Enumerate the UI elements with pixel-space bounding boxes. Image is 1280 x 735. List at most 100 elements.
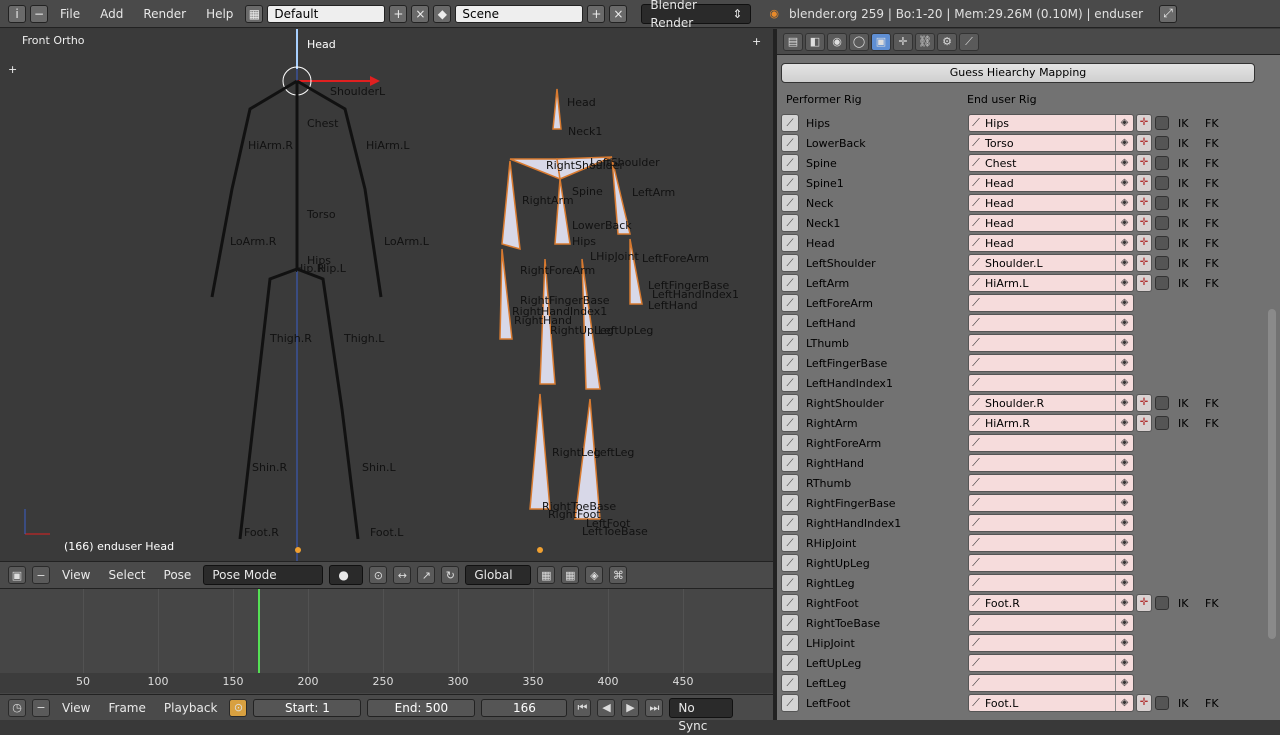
enduser-bone-field[interactable]: ⟋ ◈ <box>968 634 1134 652</box>
enduser-bone-field[interactable]: ⟋ Shoulder.L ◈ <box>968 254 1134 272</box>
jump-start-icon[interactable]: ⏮ <box>573 698 592 717</box>
start-frame-field[interactable]: Start: 1 <box>253 698 362 717</box>
screen-layout-icon[interactable]: ▦ <box>245 4 264 23</box>
pivot-icon[interactable]: ⊙ <box>369 566 388 584</box>
orientation-dropdown[interactable]: Global <box>465 565 532 585</box>
bone-pick-icon[interactable]: ✛ <box>1136 134 1152 152</box>
enduser-bone-field[interactable]: ⟋ ◈ <box>968 474 1134 492</box>
current-frame-field[interactable]: 166 <box>481 698 568 717</box>
clock-icon[interactable]: ◷ <box>8 698 26 717</box>
menu-pose[interactable]: Pose <box>158 568 198 582</box>
eyedropper-icon[interactable]: ◈ <box>1115 695 1133 711</box>
ik-checkbox[interactable] <box>1155 396 1169 410</box>
ik-checkbox[interactable] <box>1155 156 1169 170</box>
enduser-bone-field[interactable]: ⟋ Head ◈ <box>968 194 1134 212</box>
layers2-icon[interactable]: ▦ <box>561 566 580 584</box>
eyedropper-icon[interactable]: ◈ <box>1115 175 1133 191</box>
bone-pick-icon[interactable]: ✛ <box>1136 694 1152 712</box>
eyedropper-icon[interactable]: ◈ <box>1115 235 1133 251</box>
translate-icon[interactable]: ↗ <box>417 566 436 584</box>
remove-layout-icon[interactable]: × <box>411 4 430 23</box>
ik-checkbox[interactable] <box>1155 176 1169 190</box>
ik-checkbox[interactable] <box>1155 196 1169 210</box>
render-icon[interactable]: ◈ <box>585 566 604 584</box>
enduser-bone-field[interactable]: ⟋ Shoulder.R ◈ <box>968 394 1134 412</box>
layers-icon[interactable]: ▦ <box>537 566 556 584</box>
timeline-area[interactable]: 50 100 150 200 250 300 350 400 450 <box>0 589 773 696</box>
enduser-bone-field[interactable]: ⟋ Hips ◈ <box>968 114 1134 132</box>
enduser-bone-field[interactable]: ⟋ ◈ <box>968 574 1134 592</box>
ik-checkbox[interactable] <box>1155 596 1169 610</box>
scene-field[interactable]: Scene <box>455 4 584 23</box>
eyedropper-icon[interactable]: ◈ <box>1115 435 1133 451</box>
enduser-bone-field[interactable]: ⟋ ◈ <box>968 434 1134 452</box>
enduser-bone-field[interactable]: ⟋ HiArm.L ◈ <box>968 274 1134 292</box>
enduser-bone-field[interactable]: ⟋ ◈ <box>968 514 1134 532</box>
bone-pick-icon[interactable]: ✛ <box>1136 274 1152 292</box>
menu-frame[interactable]: Frame <box>102 701 151 715</box>
collapse-timeline-icon[interactable]: − <box>32 698 50 717</box>
enduser-bone-field[interactable]: ⟋ ◈ <box>968 554 1134 572</box>
enduser-bone-field[interactable]: ⟋ HiArm.R ◈ <box>968 414 1134 432</box>
eyedropper-icon[interactable]: ◈ <box>1115 655 1133 671</box>
guess-hierarchy-button[interactable]: Guess Hiearchy Mapping <box>781 63 1255 83</box>
world-tab-icon[interactable]: ◯ <box>849 32 869 51</box>
eyedropper-icon[interactable]: ◈ <box>1115 275 1133 291</box>
enduser-bone-field[interactable]: ⟋ Head ◈ <box>968 234 1134 252</box>
timeline-ruler[interactable]: 50 100 150 200 250 300 350 400 450 <box>0 673 773 693</box>
ik-checkbox[interactable] <box>1155 216 1169 230</box>
prev-key-icon[interactable]: ◀ <box>597 698 616 717</box>
mode-dropdown[interactable]: Pose Mode <box>203 565 324 585</box>
ik-checkbox[interactable] <box>1155 256 1169 270</box>
eyedropper-icon[interactable]: ◈ <box>1115 395 1133 411</box>
eyedropper-icon[interactable]: ◈ <box>1115 375 1133 391</box>
ik-checkbox[interactable] <box>1155 276 1169 290</box>
modifier-tab-icon[interactable]: ⚙ <box>937 32 957 51</box>
fullscreen-icon[interactable]: ⤢ <box>1159 4 1178 23</box>
eyedropper-icon[interactable]: ◈ <box>1115 255 1133 271</box>
eyedropper-icon[interactable]: ◈ <box>1115 535 1133 551</box>
enduser-bone-field[interactable]: ⟋ Chest ◈ <box>968 154 1134 172</box>
eyedropper-icon[interactable]: ◈ <box>1115 155 1133 171</box>
screen-layout-field[interactable]: Default <box>267 4 386 23</box>
bone-pick-icon[interactable]: ✛ <box>1136 234 1152 252</box>
panel-scrollbar[interactable] <box>1268 309 1276 639</box>
current-frame-line[interactable] <box>258 589 260 675</box>
bone-pick-icon[interactable]: ✛ <box>1136 114 1152 132</box>
eyedropper-icon[interactable]: ◈ <box>1115 595 1133 611</box>
remove-scene-icon[interactable]: × <box>609 4 628 23</box>
menu-render[interactable]: Render <box>135 7 194 21</box>
eyedropper-icon[interactable]: ◈ <box>1115 355 1133 371</box>
play-icon[interactable]: ▶ <box>621 698 640 717</box>
scene-tab-icon[interactable]: ◉ <box>827 32 847 51</box>
eyedropper-icon[interactable]: ◈ <box>1115 415 1133 431</box>
add-scene-icon[interactable]: + <box>587 4 606 23</box>
bone-pick-icon[interactable]: ✛ <box>1136 254 1152 272</box>
eyedropper-icon[interactable]: ◈ <box>1115 215 1133 231</box>
eyedropper-icon[interactable]: ◈ <box>1115 675 1133 691</box>
ik-checkbox[interactable] <box>1155 136 1169 150</box>
enduser-bone-field[interactable]: ⟋ Torso ◈ <box>968 134 1134 152</box>
3d-viewport[interactable]: Front Ortho + + Head ShoulderL Chest HiA… <box>0 29 773 561</box>
enduser-bone-field[interactable]: ⟋ ◈ <box>968 614 1134 632</box>
collapse-menu-icon[interactable]: − <box>32 566 50 584</box>
menu-help[interactable]: Help <box>198 7 241 21</box>
enduser-bone-field[interactable]: ⟋ Foot.R ◈ <box>968 594 1134 612</box>
ik-checkbox[interactable] <box>1155 116 1169 130</box>
eyedropper-icon[interactable]: ◈ <box>1115 455 1133 471</box>
eyedropper-icon[interactable]: ◈ <box>1115 195 1133 211</box>
bone-pick-icon[interactable]: ✛ <box>1136 394 1152 412</box>
enduser-bone-field[interactable]: ⟋ Head ◈ <box>968 214 1134 232</box>
bone-pick-icon[interactable]: ✛ <box>1136 194 1152 212</box>
ik-checkbox[interactable] <box>1155 416 1169 430</box>
menu-file[interactable]: File <box>52 7 88 21</box>
render-engine-dropdown[interactable]: Blender Render ⇕ <box>641 0 752 30</box>
enduser-bone-field[interactable]: ⟋ ◈ <box>968 334 1134 352</box>
enduser-bone-field[interactable]: ⟋ ◈ <box>968 454 1134 472</box>
shading-dropdown[interactable]: ● <box>329 565 364 585</box>
snap-icon[interactable]: ⌘ <box>609 566 628 584</box>
eyedropper-icon[interactable]: ◈ <box>1115 135 1133 151</box>
bone-pick-icon[interactable]: ✛ <box>1136 154 1152 172</box>
jump-end-icon[interactable]: ⏭ <box>645 698 664 717</box>
eyedropper-icon[interactable]: ◈ <box>1115 495 1133 511</box>
